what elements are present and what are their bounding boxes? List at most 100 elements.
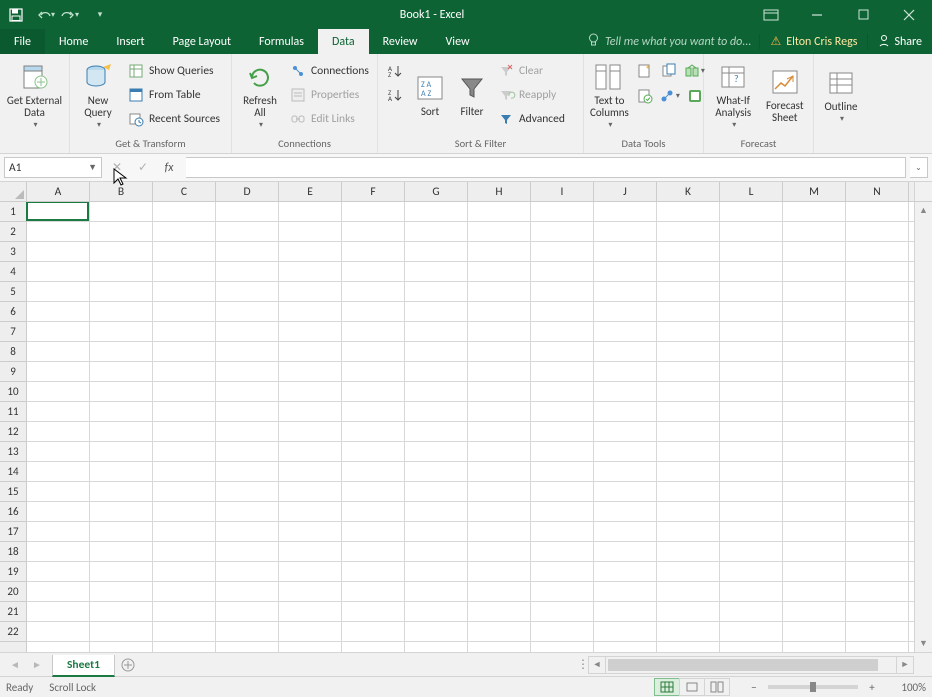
row-header[interactable] <box>0 642 26 652</box>
hscroll-thumb[interactable] <box>608 659 878 671</box>
row-header[interactable]: 22 <box>0 622 26 642</box>
account-button[interactable]: ⚠ Elton Cris Regs <box>759 34 867 49</box>
row-header[interactable]: 13 <box>0 442 26 462</box>
remove-duplicates-button[interactable] <box>658 59 682 83</box>
minimize-icon[interactable] <box>794 0 840 29</box>
qat-customize-icon[interactable]: ▾ <box>88 3 112 27</box>
row-header[interactable]: 9 <box>0 362 26 382</box>
column-header[interactable]: N <box>846 182 909 201</box>
new-query-button[interactable]: New Query <box>74 56 122 134</box>
redo-icon[interactable]: ▾ <box>58 3 82 27</box>
tab-data[interactable]: Data <box>318 29 369 54</box>
filter-button[interactable]: Filter <box>452 56 492 134</box>
sort-asc-button[interactable]: AZ <box>382 59 408 83</box>
undo-icon[interactable]: ▾ <box>34 3 58 27</box>
ribbon-display-options-icon[interactable] <box>748 0 794 29</box>
sheet-tab[interactable]: Sheet1 <box>52 655 115 677</box>
row-header[interactable]: 8 <box>0 342 26 362</box>
row-header[interactable]: 20 <box>0 582 26 602</box>
flash-fill-button[interactable] <box>633 59 657 83</box>
text-to-columns-button[interactable]: Text to Columns <box>588 56 631 134</box>
sort-button[interactable]: Z AA Z Sort <box>410 56 450 134</box>
column-header[interactable]: F <box>342 182 405 201</box>
column-header[interactable]: A <box>27 182 90 201</box>
normal-view-button[interactable] <box>654 678 680 696</box>
tell-me-search[interactable]: Tell me what you want to do... <box>580 33 759 51</box>
row-header[interactable]: 10 <box>0 382 26 402</box>
column-header[interactable]: G <box>405 182 468 201</box>
tab-formulas[interactable]: Formulas <box>245 29 318 54</box>
data-validation-button[interactable] <box>633 84 657 108</box>
zoom-out-button[interactable]: − <box>746 679 762 695</box>
relationships-button[interactable] <box>658 84 682 108</box>
tab-split-handle[interactable]: ⋮ <box>578 657 588 672</box>
from-table-button[interactable]: From Table <box>124 83 224 107</box>
scroll-right-icon[interactable]: ► <box>896 656 914 674</box>
column-header[interactable]: H <box>468 182 531 201</box>
advanced-filter-button[interactable]: Advanced <box>494 107 569 131</box>
forecast-sheet-button[interactable]: Forecast Sheet <box>760 56 809 134</box>
save-icon[interactable] <box>4 3 28 27</box>
row-header[interactable]: 3 <box>0 242 26 262</box>
column-header[interactable]: J <box>594 182 657 201</box>
new-sheet-button[interactable] <box>115 658 141 672</box>
row-header[interactable]: 2 <box>0 222 26 242</box>
tab-view[interactable]: View <box>432 29 484 54</box>
column-header[interactable]: K <box>657 182 720 201</box>
connections-button[interactable]: Connections <box>286 59 373 83</box>
prev-sheet-icon[interactable]: ◄ <box>4 655 26 675</box>
row-header[interactable]: 21 <box>0 602 26 622</box>
column-header[interactable]: L <box>720 182 783 201</box>
row-header[interactable]: 14 <box>0 462 26 482</box>
share-button[interactable]: Share <box>867 34 932 50</box>
tab-review[interactable]: Review <box>369 29 432 54</box>
tab-insert[interactable]: Insert <box>102 29 158 54</box>
page-layout-view-button[interactable] <box>679 678 705 696</box>
cells-area[interactable] <box>27 202 914 652</box>
name-box[interactable]: A1▼ <box>4 157 102 178</box>
tab-home[interactable]: Home <box>45 29 102 54</box>
column-header[interactable]: I <box>531 182 594 201</box>
select-all-corner[interactable] <box>0 182 27 201</box>
outline-button[interactable]: Outline <box>818 56 864 134</box>
row-header[interactable]: 12 <box>0 422 26 442</box>
scroll-down-icon[interactable]: ▼ <box>915 635 932 652</box>
row-header[interactable]: 15 <box>0 482 26 502</box>
tab-file[interactable]: File <box>0 29 45 54</box>
row-header[interactable]: 6 <box>0 302 26 322</box>
row-header[interactable]: 17 <box>0 522 26 542</box>
row-header[interactable]: 4 <box>0 262 26 282</box>
recent-sources-button[interactable]: Recent Sources <box>124 107 224 131</box>
insert-function-button[interactable]: fx <box>158 157 180 178</box>
column-header[interactable]: M <box>783 182 846 201</box>
zoom-slider[interactable] <box>768 685 858 689</box>
maximize-icon[interactable] <box>840 0 886 29</box>
scroll-left-icon[interactable]: ◄ <box>588 656 606 674</box>
row-header[interactable]: 11 <box>0 402 26 422</box>
column-header[interactable]: C <box>153 182 216 201</box>
column-header[interactable]: E <box>279 182 342 201</box>
row-header[interactable]: 19 <box>0 562 26 582</box>
row-header[interactable]: 18 <box>0 542 26 562</box>
show-queries-button[interactable]: Show Queries <box>124 59 224 83</box>
expand-formula-bar-icon[interactable]: ⌄ <box>910 157 928 178</box>
scroll-up-icon[interactable]: ▲ <box>915 202 932 219</box>
get-external-data-button[interactable]: Get External Data <box>4 56 65 134</box>
zoom-percent[interactable]: 100% <box>886 681 926 694</box>
column-header[interactable]: D <box>216 182 279 201</box>
refresh-all-button[interactable]: Refresh All <box>236 56 284 134</box>
row-header[interactable]: 1 <box>0 202 26 222</box>
close-icon[interactable] <box>886 0 932 29</box>
tab-page-layout[interactable]: Page Layout <box>159 29 245 54</box>
page-break-view-button[interactable] <box>704 678 730 696</box>
sort-desc-button[interactable]: ZA <box>382 83 408 107</box>
column-header[interactable]: B <box>90 182 153 201</box>
row-header[interactable]: 16 <box>0 502 26 522</box>
formula-input[interactable] <box>186 157 906 178</box>
zoom-in-button[interactable]: + <box>864 679 880 695</box>
next-sheet-icon[interactable]: ► <box>26 655 48 675</box>
row-header[interactable]: 5 <box>0 282 26 302</box>
vertical-scrollbar[interactable]: ▲ ▼ <box>914 202 932 652</box>
active-cell[interactable] <box>26 202 89 221</box>
row-header[interactable]: 7 <box>0 322 26 342</box>
